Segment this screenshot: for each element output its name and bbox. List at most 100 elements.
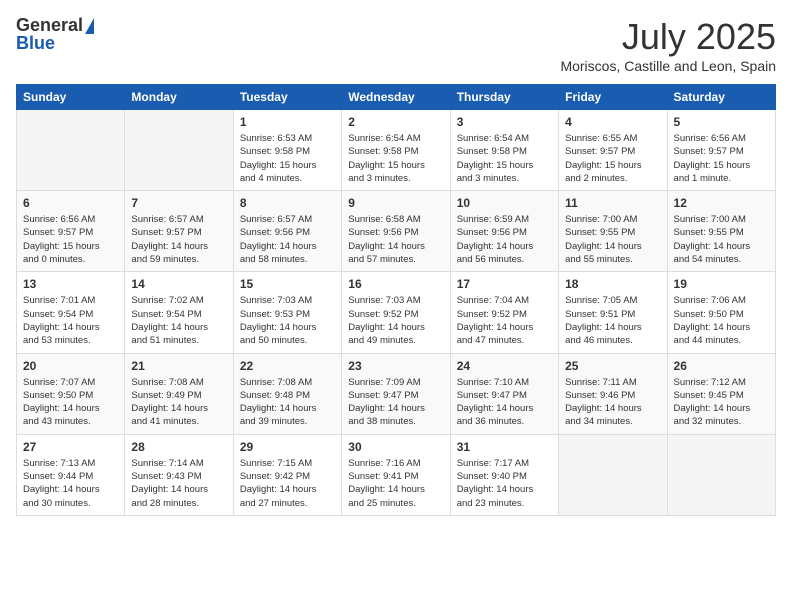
day-number: 3 (457, 115, 552, 129)
day-number: 1 (240, 115, 335, 129)
day-info: Sunrise: 6:58 AM Sunset: 9:56 PM Dayligh… (348, 213, 443, 266)
calendar-cell: 1 Sunrise: 6:53 AM Sunset: 9:58 PM Daylig… (233, 110, 341, 191)
column-header-tuesday: Tuesday (233, 85, 341, 110)
day-number: 15 (240, 277, 335, 291)
column-header-thursday: Thursday (450, 85, 558, 110)
day-info: Sunrise: 6:56 AM Sunset: 9:57 PM Dayligh… (23, 213, 118, 266)
calendar-cell: 10 Sunrise: 6:59 AM Sunset: 9:56 PM Dayli… (450, 191, 558, 272)
day-number: 16 (348, 277, 443, 291)
calendar-cell: 5Sunrise: 6:56 AM Sunset: 9:57 PM Daylig… (667, 110, 775, 191)
column-header-friday: Friday (559, 85, 667, 110)
day-info: Sunrise: 7:01 AM Sunset: 9:54 PM Dayligh… (23, 294, 118, 347)
page-header: General Blue July 2025 Moriscos, Castill… (16, 16, 776, 74)
day-number: 10 (457, 196, 552, 210)
calendar-table: SundayMondayTuesdayWednesdayThursdayFrid… (16, 84, 776, 516)
location-title: Moriscos, Castille and Leon, Spain (560, 58, 776, 74)
day-number: 9 (348, 196, 443, 210)
calendar-cell: 17Sunrise: 7:04 AM Sunset: 9:52 PM Dayli… (450, 272, 558, 353)
calendar-cell: 18 Sunrise: 7:05 AM Sunset: 9:51 PM Dayli… (559, 272, 667, 353)
calendar-cell: 25 Sunrise: 7:11 AM Sunset: 9:46 PM Dayli… (559, 353, 667, 434)
day-number: 4 (565, 115, 660, 129)
day-info: Sunrise: 7:00 AM Sunset: 9:55 PM Dayligh… (565, 213, 660, 266)
calendar-cell: 9 Sunrise: 6:58 AM Sunset: 9:56 PM Daylig… (342, 191, 450, 272)
day-info: Sunrise: 7:10 AM Sunset: 9:47 PM Dayligh… (457, 376, 552, 429)
calendar-week-row: 27Sunrise: 7:13 AM Sunset: 9:44 PM Dayli… (17, 434, 776, 515)
day-number: 22 (240, 359, 335, 373)
calendar-cell: 21 Sunrise: 7:08 AM Sunset: 9:49 PM Dayli… (125, 353, 233, 434)
calendar-cell: 4 Sunrise: 6:55 AM Sunset: 9:57 PM Daylig… (559, 110, 667, 191)
day-info: Sunrise: 6:55 AM Sunset: 9:57 PM Dayligh… (565, 132, 660, 185)
day-info: Sunrise: 7:17 AM Sunset: 9:40 PM Dayligh… (457, 457, 552, 510)
logo-general-text: General (16, 16, 83, 34)
day-info: Sunrise: 7:16 AM Sunset: 9:41 PM Dayligh… (348, 457, 443, 510)
day-info: Sunrise: 7:00 AM Sunset: 9:55 PM Dayligh… (674, 213, 769, 266)
calendar-cell: 14 Sunrise: 7:02 AM Sunset: 9:54 PM Dayli… (125, 272, 233, 353)
day-info: Sunrise: 7:11 AM Sunset: 9:46 PM Dayligh… (565, 376, 660, 429)
day-number: 14 (131, 277, 226, 291)
month-title: July 2025 (560, 16, 776, 58)
day-number: 6 (23, 196, 118, 210)
day-number: 20 (23, 359, 118, 373)
calendar-cell: 11 Sunrise: 7:00 AM Sunset: 9:55 PM Dayli… (559, 191, 667, 272)
calendar-cell: 8Sunrise: 6:57 AM Sunset: 9:56 PM Daylig… (233, 191, 341, 272)
calendar-week-row: 20 Sunrise: 7:07 AM Sunset: 9:50 PM Dayli… (17, 353, 776, 434)
column-header-saturday: Saturday (667, 85, 775, 110)
logo: General Blue (16, 16, 94, 52)
day-info: Sunrise: 7:03 AM Sunset: 9:53 PM Dayligh… (240, 294, 335, 347)
calendar-cell (17, 110, 125, 191)
day-number: 13 (23, 277, 118, 291)
day-info: Sunrise: 6:53 AM Sunset: 9:58 PM Dayligh… (240, 132, 335, 185)
day-info: Sunrise: 6:56 AM Sunset: 9:57 PM Dayligh… (674, 132, 769, 185)
day-info: Sunrise: 7:04 AM Sunset: 9:52 PM Dayligh… (457, 294, 552, 347)
day-info: Sunrise: 6:54 AM Sunset: 9:58 PM Dayligh… (348, 132, 443, 185)
day-info: Sunrise: 7:08 AM Sunset: 9:49 PM Dayligh… (131, 376, 226, 429)
logo-triangle-icon (85, 18, 94, 34)
day-info: Sunrise: 7:14 AM Sunset: 9:43 PM Dayligh… (131, 457, 226, 510)
calendar-cell: 23Sunrise: 7:09 AM Sunset: 9:47 PM Dayli… (342, 353, 450, 434)
day-info: Sunrise: 7:12 AM Sunset: 9:45 PM Dayligh… (674, 376, 769, 429)
calendar-cell: 16 Sunrise: 7:03 AM Sunset: 9:52 PM Dayli… (342, 272, 450, 353)
day-info: Sunrise: 6:57 AM Sunset: 9:57 PM Dayligh… (131, 213, 226, 266)
day-info: Sunrise: 7:06 AM Sunset: 9:50 PM Dayligh… (674, 294, 769, 347)
calendar-cell: 26 Sunrise: 7:12 AM Sunset: 9:45 PM Dayli… (667, 353, 775, 434)
calendar-cell (125, 110, 233, 191)
day-number: 27 (23, 440, 118, 454)
calendar-cell: 22 Sunrise: 7:08 AM Sunset: 9:48 PM Dayli… (233, 353, 341, 434)
calendar-cell: 7 Sunrise: 6:57 AM Sunset: 9:57 PM Daylig… (125, 191, 233, 272)
calendar-header-row: SundayMondayTuesdayWednesdayThursdayFrid… (17, 85, 776, 110)
day-number: 21 (131, 359, 226, 373)
day-info: Sunrise: 7:08 AM Sunset: 9:48 PM Dayligh… (240, 376, 335, 429)
day-number: 23 (348, 359, 443, 373)
calendar-cell: 31 Sunrise: 7:17 AM Sunset: 9:40 PM Dayli… (450, 434, 558, 515)
day-info: Sunrise: 7:05 AM Sunset: 9:51 PM Dayligh… (565, 294, 660, 347)
day-info: Sunrise: 7:03 AM Sunset: 9:52 PM Dayligh… (348, 294, 443, 347)
calendar-cell: 28Sunrise: 7:14 AM Sunset: 9:43 PM Dayli… (125, 434, 233, 515)
calendar-week-row: 13 Sunrise: 7:01 AM Sunset: 9:54 PM Dayli… (17, 272, 776, 353)
calendar-cell (667, 434, 775, 515)
column-header-monday: Monday (125, 85, 233, 110)
calendar-cell: 24Sunrise: 7:10 AM Sunset: 9:47 PM Dayli… (450, 353, 558, 434)
calendar-cell (559, 434, 667, 515)
day-number: 12 (674, 196, 769, 210)
day-number: 7 (131, 196, 226, 210)
day-number: 11 (565, 196, 660, 210)
day-number: 18 (565, 277, 660, 291)
day-info: Sunrise: 6:57 AM Sunset: 9:56 PM Dayligh… (240, 213, 335, 266)
day-info: Sunrise: 7:02 AM Sunset: 9:54 PM Dayligh… (131, 294, 226, 347)
calendar-cell: 12 Sunrise: 7:00 AM Sunset: 9:55 PM Dayli… (667, 191, 775, 272)
calendar-cell: 30Sunrise: 7:16 AM Sunset: 9:41 PM Dayli… (342, 434, 450, 515)
day-number: 31 (457, 440, 552, 454)
day-number: 2 (348, 115, 443, 129)
day-number: 26 (674, 359, 769, 373)
calendar-cell: 6 Sunrise: 6:56 AM Sunset: 9:57 PM Daylig… (17, 191, 125, 272)
day-number: 19 (674, 277, 769, 291)
day-info: Sunrise: 7:07 AM Sunset: 9:50 PM Dayligh… (23, 376, 118, 429)
day-number: 29 (240, 440, 335, 454)
calendar-cell: 15 Sunrise: 7:03 AM Sunset: 9:53 PM Dayli… (233, 272, 341, 353)
day-info: Sunrise: 6:59 AM Sunset: 9:56 PM Dayligh… (457, 213, 552, 266)
calendar-cell: 20 Sunrise: 7:07 AM Sunset: 9:50 PM Dayli… (17, 353, 125, 434)
day-info: Sunrise: 7:15 AM Sunset: 9:42 PM Dayligh… (240, 457, 335, 510)
day-number: 25 (565, 359, 660, 373)
calendar-cell: 13 Sunrise: 7:01 AM Sunset: 9:54 PM Dayli… (17, 272, 125, 353)
calendar-cell: 2 Sunrise: 6:54 AM Sunset: 9:58 PM Daylig… (342, 110, 450, 191)
